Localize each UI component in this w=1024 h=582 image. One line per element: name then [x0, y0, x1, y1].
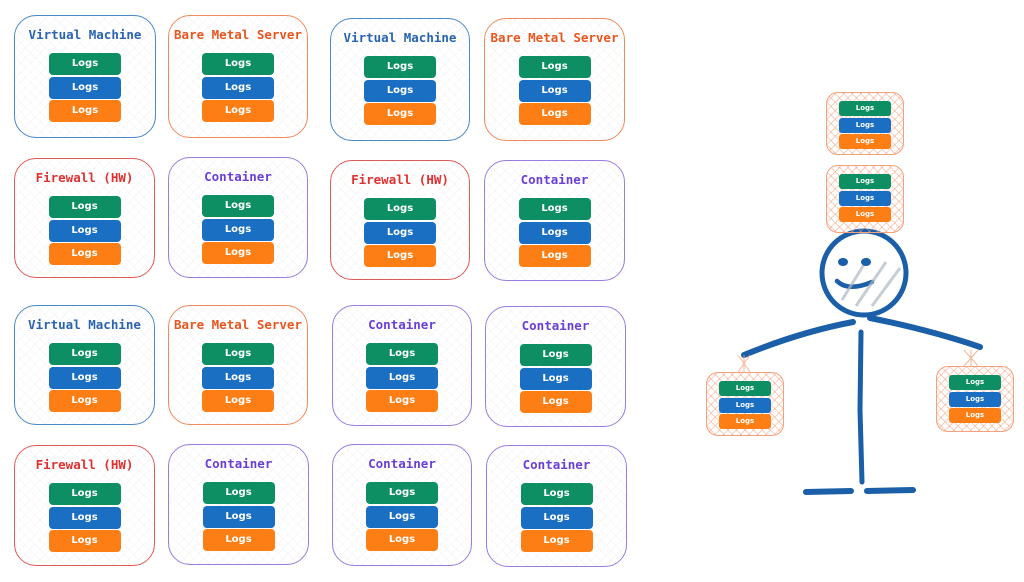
left-eye: [838, 258, 848, 266]
logs-blue: Logs: [839, 117, 891, 133]
right-hand-strap: [963, 349, 979, 367]
log-stack: Logs Logs Logs: [839, 174, 891, 224]
left-foot: [803, 488, 854, 495]
logs-blue: Logs: [949, 391, 1001, 407]
log-stack: Logs Logs Logs: [719, 381, 771, 431]
right-foot: [864, 487, 916, 494]
logs-blue: Logs: [839, 190, 891, 206]
body: [857, 329, 865, 485]
logs-blue: Logs: [719, 397, 771, 413]
logs-green: Logs: [949, 375, 1001, 390]
logs-orange: Logs: [839, 134, 891, 149]
right-eye: [861, 258, 871, 266]
log-stack: Logs Logs Logs: [949, 375, 1001, 425]
left-hand-strap: [737, 354, 751, 373]
head-hatch: [840, 257, 902, 307]
logs-orange: Logs: [839, 207, 891, 222]
carried-log-box-left-hand: Logs Logs Logs: [706, 372, 784, 436]
stick-figure: [737, 228, 983, 495]
head: [819, 228, 909, 318]
logs-green: Logs: [839, 101, 891, 116]
logs-green: Logs: [839, 174, 891, 189]
carried-log-box-head-top: Logs Logs Logs: [826, 92, 904, 155]
log-stack: Logs Logs Logs: [839, 101, 891, 151]
right-arm: [867, 315, 983, 350]
logs-orange: Logs: [719, 414, 771, 429]
carried-log-box-head-lower: Logs Logs Logs: [826, 165, 904, 233]
logs-orange: Logs: [949, 408, 1001, 423]
left-arm: [741, 319, 856, 358]
logs-green: Logs: [719, 381, 771, 396]
carried-log-box-right-hand: Logs Logs Logs: [936, 366, 1014, 432]
